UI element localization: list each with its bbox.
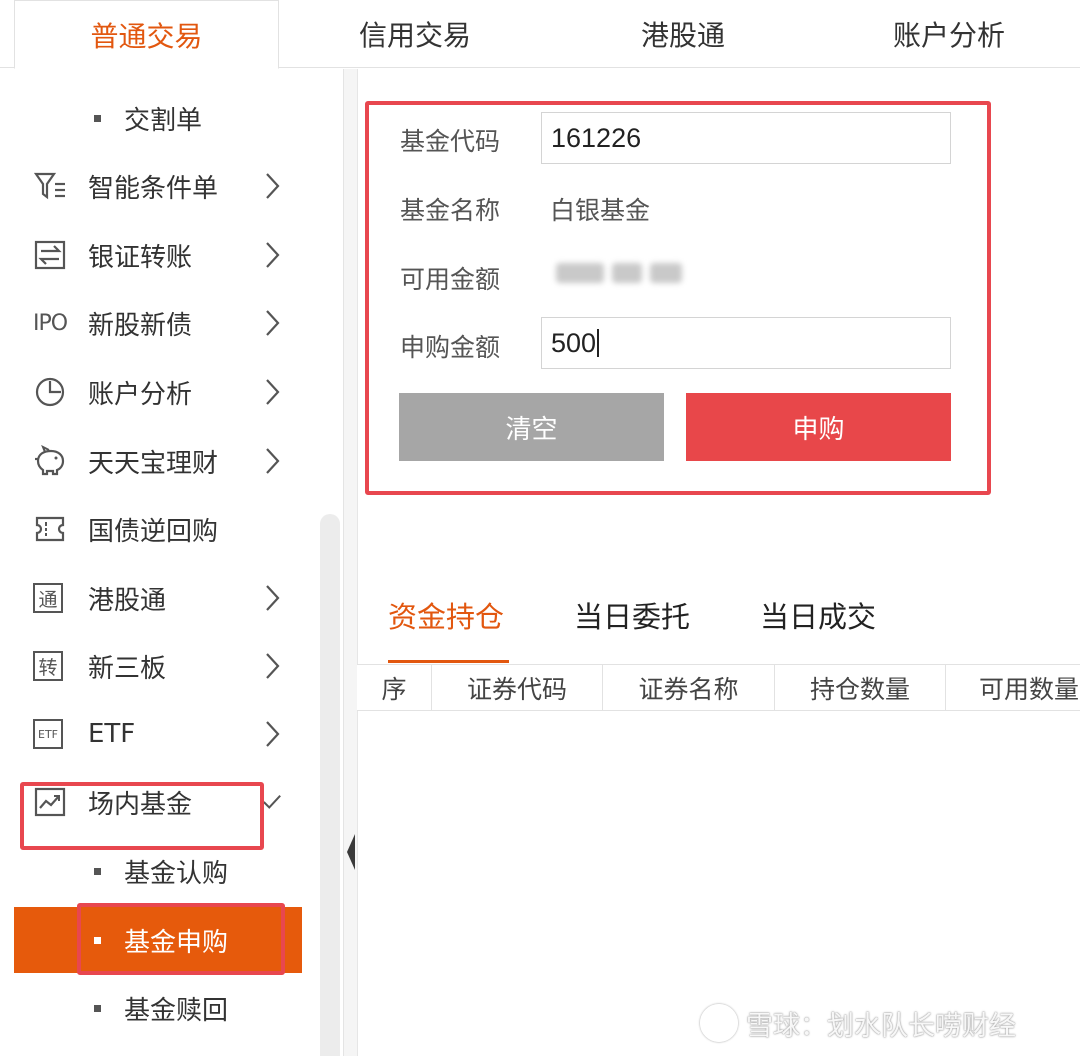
tab-normal-trading[interactable]: 普通交易: [14, 0, 279, 69]
sidebar-item-label: 国债逆回购: [88, 516, 219, 547]
chevron-right-icon: [262, 377, 282, 407]
hk-connect-icon: 通: [33, 583, 63, 613]
sidebar-item-bank-transfer[interactable]: 银证转账: [0, 225, 300, 285]
watermark: 雪球：划水队长唠财经: [700, 1000, 1070, 1046]
purchase-amount-input[interactable]: 500: [541, 317, 951, 369]
purchase-amount-label: 申购金额: [400, 333, 501, 362]
clear-button[interactable]: 清空: [399, 393, 664, 461]
chevron-right-icon: [262, 446, 282, 476]
sidebar-item-label: 新股新债: [88, 310, 193, 341]
ticket-icon: [33, 512, 67, 546]
column-header-available-qty[interactable]: 可用数量: [946, 665, 1080, 710]
sidebar-item-account-analysis[interactable]: 账户分析: [0, 362, 300, 422]
sidebar-item-label: 智能条件单: [88, 173, 219, 204]
sub-item-label: 基金认购: [124, 858, 229, 889]
tab-today-trades[interactable]: 当日成交: [760, 594, 876, 636]
snowball-logo-icon: [700, 1004, 738, 1042]
sidebar-item-ipo[interactable]: IPO 新股新债: [0, 293, 300, 353]
chevron-right-icon: [262, 651, 282, 681]
tab-label: 账户分析: [892, 19, 1005, 52]
sidebar-item-tiantianbao[interactable]: 天天宝理财: [0, 431, 300, 491]
tab-label: 信用交易: [358, 19, 471, 52]
ipo-icon: IPO: [32, 310, 68, 336]
fund-code-value: 161226: [551, 122, 642, 153]
tab-account-analysis[interactable]: 账户分析: [816, 0, 1080, 68]
sidebar-item-exchange-fund[interactable]: 场内基金: [0, 772, 300, 832]
fund-name-value: 白银基金: [550, 196, 651, 225]
filter-list-icon: [33, 169, 67, 203]
sidebar-item-hk-connect[interactable]: 通 港股通: [0, 568, 300, 628]
fund-code-input[interactable]: 161226: [541, 112, 951, 164]
column-header-code[interactable]: 证券代码: [432, 665, 603, 710]
chevron-right-icon: [262, 308, 282, 338]
tab-credit-trading[interactable]: 信用交易: [282, 0, 548, 68]
fund-code-label: 基金代码: [400, 127, 501, 156]
sidebar-item-etf[interactable]: ETF ETF: [0, 704, 300, 764]
chevron-right-icon: [262, 240, 282, 270]
etf-icon: ETF: [33, 719, 63, 749]
sidebar-sub-item-fund-purchase[interactable]: 基金申购: [14, 907, 302, 973]
collapse-arrow-icon[interactable]: [344, 828, 358, 876]
sidebar-collapse-bar[interactable]: [344, 69, 358, 1056]
neeq-icon: 转: [33, 651, 63, 681]
transfer-arrows-icon: [33, 238, 67, 272]
sidebar-scrollbar[interactable]: [320, 514, 340, 1056]
sidebar-item-smart-order[interactable]: 智能条件单: [0, 156, 300, 216]
bullet-icon: [94, 867, 101, 875]
sidebar-sub-item-delivery-slip[interactable]: 交割单: [0, 90, 300, 146]
sidebar-item-label: 银证转账: [88, 242, 193, 273]
check-icon: [262, 787, 282, 817]
bullet-icon: [94, 1004, 101, 1012]
tab-holdings[interactable]: 资金持仓: [388, 594, 504, 636]
bullet-icon: [94, 114, 101, 122]
column-header-index[interactable]: 序: [357, 665, 432, 710]
holdings-table-header: 序 证券代码 证券名称 持仓数量 可用数量: [357, 664, 1080, 711]
column-header-holding-qty[interactable]: 持仓数量: [775, 665, 946, 710]
pie-chart-icon: [33, 375, 67, 409]
chevron-right-icon: [262, 171, 282, 201]
sidebar-item-label: 新三板: [88, 653, 167, 684]
tab-hk-connect[interactable]: 港股通: [550, 0, 816, 68]
sidebar-item-label: ETF: [88, 719, 136, 749]
sidebar-sub-item-fund-subscribe[interactable]: 基金认购: [0, 843, 300, 899]
tab-label: 普通交易: [90, 19, 203, 53]
purchase-amount-value: 500: [551, 327, 597, 358]
trend-chart-icon: [33, 785, 67, 819]
available-amount-label: 可用金额: [400, 265, 501, 294]
sidebar-item-label: 场内基金: [88, 789, 193, 820]
chevron-right-icon: [262, 719, 282, 749]
top-tab-bar: 普通交易 信用交易 港股通 账户分析: [0, 0, 1080, 69]
active-tab-underline: [388, 660, 509, 663]
column-header-name[interactable]: 证券名称: [603, 665, 775, 710]
fund-name-label: 基金名称: [400, 196, 501, 225]
bullet-icon: [94, 936, 101, 944]
sidebar-item-label: 账户分析: [88, 379, 193, 410]
text-cursor: [597, 329, 600, 357]
sub-item-label: 交割单: [124, 105, 203, 136]
chevron-right-icon: [262, 583, 282, 613]
purchase-button[interactable]: 申购: [686, 393, 951, 461]
sidebar-item-reverse-repo[interactable]: 国债逆回购: [0, 499, 300, 559]
tab-label: 港股通: [640, 19, 725, 52]
piggy-bank-icon: [33, 444, 67, 478]
sub-item-label: 基金赎回: [124, 995, 229, 1026]
sub-item-label: 基金申购: [124, 927, 229, 958]
sidebar-item-label: 港股通: [88, 585, 167, 616]
sidebar-item-label: 天天宝理财: [88, 448, 219, 479]
sidebar-sub-item-fund-redeem[interactable]: 基金赎回: [0, 980, 300, 1036]
sidebar-item-neeq[interactable]: 转 新三板: [0, 636, 300, 696]
tab-today-orders[interactable]: 当日委托: [574, 594, 690, 636]
